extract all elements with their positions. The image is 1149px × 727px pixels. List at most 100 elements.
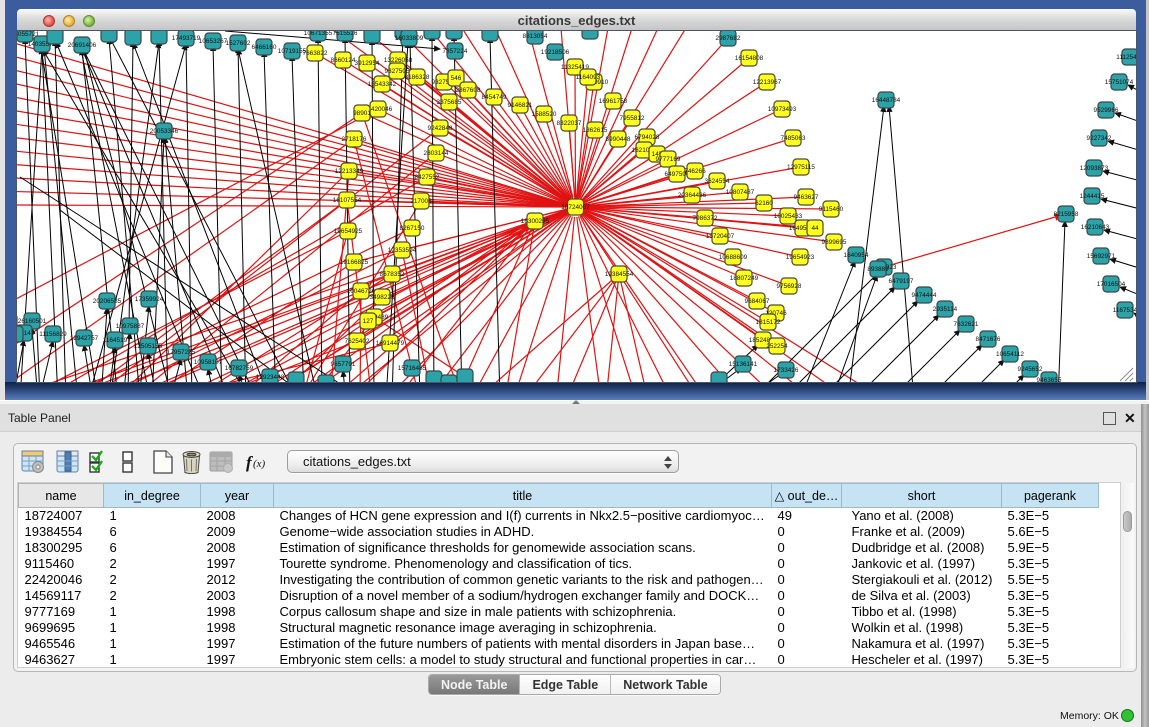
svg-text:16448784: 16448784 xyxy=(872,97,901,104)
svg-text:1164093: 1164093 xyxy=(576,74,601,81)
svg-text:26160501: 26160501 xyxy=(18,318,47,325)
svg-text:7357224: 7357224 xyxy=(443,48,468,55)
svg-text:12353594: 12353594 xyxy=(388,247,417,254)
svg-text:6479197: 6479197 xyxy=(889,278,914,285)
svg-text:20364436: 20364436 xyxy=(678,192,707,199)
svg-text:18300295: 18300295 xyxy=(521,218,550,225)
svg-text:9463627: 9463627 xyxy=(794,194,819,201)
svg-text:7625402: 7625402 xyxy=(345,338,370,345)
svg-text:9756928: 9756928 xyxy=(777,283,802,290)
svg-text:11125419: 11125419 xyxy=(1116,54,1136,61)
svg-text:15692971: 15692971 xyxy=(1087,253,1116,260)
svg-text:546: 546 xyxy=(451,75,462,82)
svg-text:12213349: 12213349 xyxy=(335,168,364,175)
svg-text:1167534: 1167534 xyxy=(1113,307,1136,314)
svg-text:9242848: 9242848 xyxy=(428,125,453,132)
svg-text:12093873: 12093873 xyxy=(1080,165,1109,172)
svg-text:10975887: 10975887 xyxy=(116,323,145,330)
svg-text:8454749: 8454749 xyxy=(482,94,507,101)
svg-text:8427552: 8427552 xyxy=(415,174,440,181)
svg-text:8322037: 8322037 xyxy=(557,120,582,127)
svg-text:127: 127 xyxy=(363,318,374,325)
svg-text:2718176: 2718176 xyxy=(342,136,367,143)
svg-text:10025433: 10025433 xyxy=(774,213,803,220)
svg-text:8471676: 8471676 xyxy=(976,336,1001,343)
svg-text:9529966: 9529966 xyxy=(1094,107,1119,114)
svg-text:16961758: 16961758 xyxy=(599,98,628,105)
svg-text:16210643: 16210643 xyxy=(1081,224,1110,231)
svg-text:(x): (x) xyxy=(253,458,266,470)
svg-text:15720407: 15720407 xyxy=(706,233,735,240)
svg-text:1815172: 1815172 xyxy=(756,319,781,326)
svg-text:9474444: 9474444 xyxy=(912,292,937,299)
svg-text:19654925: 19654925 xyxy=(334,228,363,235)
svg-text:7986372: 7986372 xyxy=(693,215,718,222)
svg-text:16107554: 16107554 xyxy=(333,197,362,204)
svg-text:8215958: 8215958 xyxy=(1054,211,1079,218)
svg-text:10973493: 10973493 xyxy=(768,106,797,113)
svg-text:16033809: 16033809 xyxy=(395,35,424,42)
svg-text:20206535: 20206535 xyxy=(93,298,122,305)
svg-text:7515526: 7515526 xyxy=(333,31,358,37)
svg-text:1640954: 1640954 xyxy=(844,252,869,259)
svg-text:20691406: 20691406 xyxy=(68,42,97,49)
svg-text:2935114: 2935114 xyxy=(933,306,958,313)
svg-text:8813054: 8813054 xyxy=(523,33,548,40)
svg-text:19654923: 19654923 xyxy=(786,254,815,261)
svg-text:16782759: 16782759 xyxy=(225,365,254,372)
svg-text:8267150: 8267150 xyxy=(400,225,425,232)
svg-text:1588520: 1588520 xyxy=(532,111,557,118)
svg-text:217006: 217006 xyxy=(410,198,432,205)
svg-text:17016504: 17016504 xyxy=(1097,281,1126,288)
svg-text:17359924: 17359924 xyxy=(135,296,164,303)
svg-text:2803144: 2803144 xyxy=(424,150,449,157)
svg-text:16154808: 16154808 xyxy=(735,55,764,62)
svg-text:6794028: 6794028 xyxy=(635,134,660,141)
svg-text:8660124: 8660124 xyxy=(331,57,356,64)
svg-text:15136141: 15136141 xyxy=(729,361,758,368)
svg-text:18807249: 18807249 xyxy=(730,275,759,282)
svg-text:15716485: 15716485 xyxy=(398,365,427,372)
svg-text:20053346: 20053346 xyxy=(150,128,179,135)
svg-text:19384554: 19384554 xyxy=(605,271,634,278)
svg-text:44: 44 xyxy=(811,225,819,232)
svg-text:1164519: 1164519 xyxy=(103,337,128,344)
svg-text:2867608: 2867608 xyxy=(456,87,481,94)
svg-text:9146821: 9146821 xyxy=(508,102,533,109)
svg-text:9657791: 9657791 xyxy=(331,361,356,368)
svg-text:1244415: 1244415 xyxy=(1080,193,1105,200)
svg-text:10654112: 10654112 xyxy=(996,351,1024,358)
svg-text:12505135: 12505135 xyxy=(134,343,163,350)
svg-text:10671355: 10671355 xyxy=(304,31,333,37)
svg-text:16914479: 16914479 xyxy=(376,340,405,347)
svg-text:7485063: 7485063 xyxy=(781,135,806,142)
svg-text:12923448: 12923448 xyxy=(256,374,285,381)
svg-text:1527602: 1527602 xyxy=(226,40,251,47)
svg-text:15751074: 15751074 xyxy=(1105,79,1134,86)
svg-text:1362615: 1362615 xyxy=(583,127,608,134)
svg-text:11156829: 11156829 xyxy=(39,331,67,338)
svg-text:3375685: 3375685 xyxy=(437,99,462,106)
svg-text:98901: 98901 xyxy=(353,110,371,117)
svg-text:9899695: 9899695 xyxy=(822,239,847,246)
svg-text:252254: 252254 xyxy=(766,343,788,350)
svg-text:7632621: 7632621 xyxy=(954,321,979,328)
svg-text:9777169: 9777169 xyxy=(656,156,681,163)
svg-text:893889: 893889 xyxy=(867,266,889,273)
svg-text:9684067: 9684067 xyxy=(745,298,770,305)
svg-text:9227342: 9227342 xyxy=(1087,135,1112,142)
svg-text:1733426: 1733426 xyxy=(774,367,799,374)
svg-text:2987682: 2987682 xyxy=(716,35,741,42)
svg-text:10688609: 10688609 xyxy=(719,254,748,261)
svg-text:12213967: 12213967 xyxy=(753,79,782,86)
svg-text:9245652: 9245652 xyxy=(1018,366,1043,373)
svg-text:8186328: 8186328 xyxy=(405,74,430,81)
svg-text:10653267: 10653267 xyxy=(199,38,228,45)
svg-text:3498222: 3498222 xyxy=(370,294,395,301)
svg-text:12942757: 12942757 xyxy=(70,335,99,342)
svg-text:10958107: 10958107 xyxy=(194,359,223,366)
svg-text:9463655: 9463655 xyxy=(1037,377,1062,382)
svg-text:12975115: 12975115 xyxy=(787,164,815,171)
svg-text:7663822: 7663822 xyxy=(303,50,328,57)
svg-text:6466160: 6466160 xyxy=(252,44,277,51)
